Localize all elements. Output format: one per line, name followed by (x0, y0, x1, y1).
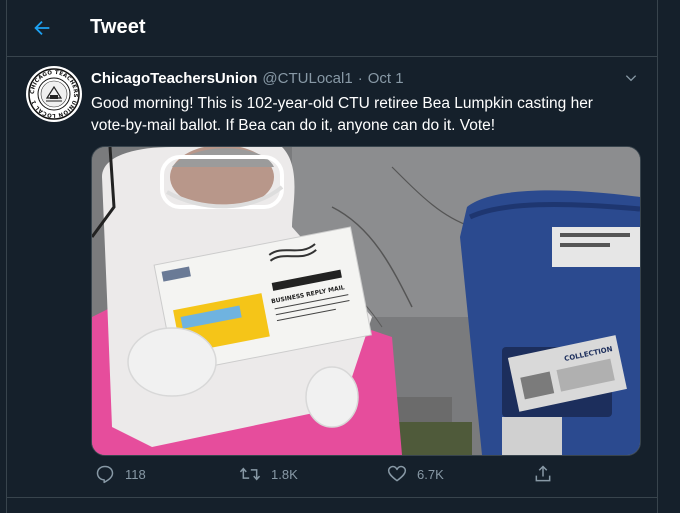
photo-illustration: BUSINESS REPLY MAIL COLLECTION (92, 147, 640, 455)
back-button[interactable] (27, 13, 57, 43)
tweet-text: Good morning! This is 102-year-old CTU r… (91, 95, 593, 134)
like-count: 6.7K (417, 466, 444, 482)
retweet-icon (239, 467, 261, 481)
arrow-left-icon (34, 20, 50, 36)
tweet-photo[interactable]: BUSINESS REPLY MAIL COLLECTION (91, 146, 641, 456)
tweet-header: ChicagoTeachersUnion @CTULocal1 · Oct 1 (91, 70, 404, 87)
reply-icon (96, 465, 114, 484)
scrollbar[interactable] (662, 0, 680, 513)
display-name[interactable]: ChicagoTeachersUnion (91, 70, 257, 87)
tweet-actions: 118 1.8K 6.7K (91, 464, 561, 490)
divider (7, 497, 657, 513)
more-options-button[interactable] (621, 68, 641, 88)
reply-button[interactable]: 118 (95, 464, 146, 484)
retweet-count: 1.8K (271, 466, 298, 482)
page-header: Tweet (7, 0, 657, 57)
like-button[interactable]: 6.7K (387, 464, 444, 484)
share-icon (535, 465, 551, 482)
main-column: Tweet CHICAGO TEACHERS UNION LOCAL 1 Chi… (6, 0, 658, 513)
chevron-down-icon (625, 75, 637, 82)
ctu-seal-logo: CHICAGO TEACHERS UNION LOCAL 1 (27, 67, 81, 121)
reply-count: 118 (125, 466, 146, 482)
heart-icon (387, 465, 407, 482)
avatar[interactable]: CHICAGO TEACHERS UNION LOCAL 1 (26, 66, 82, 122)
user-handle[interactable]: @CTULocal1 (262, 70, 352, 87)
tweet-page: Tweet CHICAGO TEACHERS UNION LOCAL 1 Chi… (0, 0, 680, 513)
share-button[interactable] (533, 464, 553, 484)
separator-dot: · (357, 70, 363, 87)
page-title: Tweet (90, 16, 146, 38)
retweet-button[interactable]: 1.8K (239, 464, 298, 484)
tweet-date[interactable]: Oct 1 (368, 70, 404, 87)
